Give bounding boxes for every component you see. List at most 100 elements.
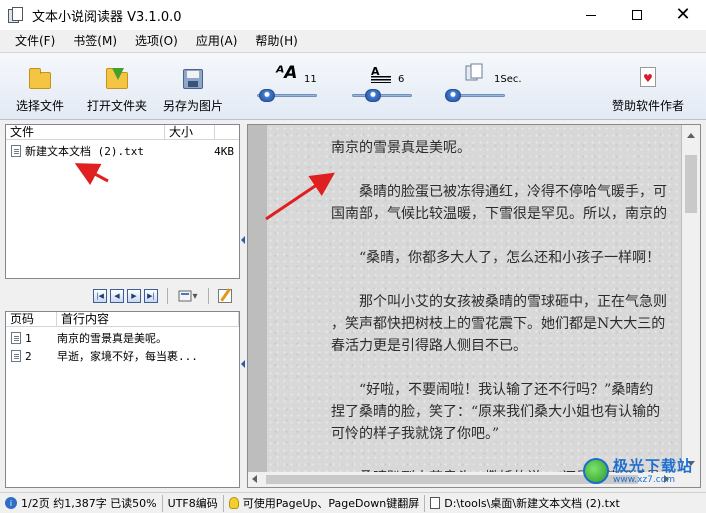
column-header-first-line[interactable]: 首行内容 [57,312,239,326]
folder-icon [28,67,52,91]
app-icon [8,7,24,23]
page-list-item[interactable]: 1 南京的雪景真是美呢。 [6,329,239,347]
sponsor-label: 赞助软件作者 [612,99,685,113]
reader-text-line: 捏了桑晴的脸，笑了：“原来我们桑大小姐也有认输的 [331,404,661,420]
page-first-line: 早逝，家境不好，每当裹... [57,350,198,363]
next-page-button[interactable]: ▶ [127,289,141,303]
window-controls: ✕ [568,0,706,30]
first-page-button[interactable]: |◀ [93,289,107,303]
watermark-url: www.xz7.com [613,474,675,485]
toolbar: 选择文件 打开文件夹 另存为图片 ᴬA 11 A 6 1Sec. ♥ 赞助软件作… [0,52,706,120]
page-number: 1 [25,331,32,345]
window-title: 文本小说阅读器 V3.1.0.0 [32,9,182,25]
menu-file[interactable]: 文件(F) [6,30,64,52]
menu-help[interactable]: 帮助(H) [246,30,306,52]
reader-view: 南京的雪景真是美呢。 桑晴的脸蛋已被冻得通红，冷得不停哈气暖手，可 国南部，气候比… [247,124,701,488]
select-file-button[interactable]: 选择文件 [16,67,64,114]
sponsor-button[interactable]: ♥ 赞助软件作者 [612,67,684,114]
panel-splitter[interactable] [241,124,246,488]
line-spacing-icon: A [371,65,391,83]
line-spacing-slider-knob[interactable] [365,89,382,102]
line-spacing-slider[interactable] [352,89,412,102]
next-page-icon: ▶ [131,292,137,300]
font-size-slider[interactable] [257,89,317,102]
info-icon: i [5,497,17,509]
file-size: 4KB [214,144,234,158]
text-file-icon [11,145,21,157]
collapse-left-icon[interactable] [241,360,245,368]
scroll-interval-value: 1Sec. [494,74,522,85]
scroll-up-icon[interactable] [687,133,695,138]
previous-page-icon: ◀ [114,292,120,300]
page-navigation-bar: |◀ ◀ ▶ ▶| ▾ [5,283,240,309]
open-folder-icon [105,67,129,91]
select-file-label: 选择文件 [16,99,65,113]
menu-bookmarks[interactable]: 书签(M) [64,30,126,52]
page-icon [11,350,21,362]
watermark-logo: 极光下载站 www.xz7.com [583,455,701,487]
font-size-setting: ᴬA 11 [274,63,334,113]
status-path-text: D:\tools\桌面\新建文本文档 (2).txt [444,497,620,510]
menu-apps[interactable]: 应用(A) [187,30,247,52]
page-list-item[interactable]: 2 早逝，家境不好，每当裹... [6,347,239,365]
column-header-file[interactable]: 文件 [6,125,165,139]
font-size-slider-knob[interactable] [259,89,276,102]
edit-icon[interactable] [218,289,232,303]
vertical-scrollbar[interactable] [682,125,700,472]
status-encoding: UTF8编码 [163,494,224,512]
bookmark-icon [178,290,192,302]
file-name: 新建文本文档 (2).txt [25,145,144,158]
open-folder-label: 打开文件夹 [87,99,148,113]
reader-text-line: “桑晴，你都多大人了，怎么还和小孩子一样啊！ [331,250,661,266]
file-list-header: 文件 大小 [6,125,239,140]
lightbulb-icon [228,497,239,509]
file-list-item[interactable]: 新建文本文档 (2).txt 4KB [6,142,239,160]
scroll-interval-slider[interactable] [445,89,505,102]
scroll-interval-slider-knob[interactable] [445,89,461,102]
page-icon [11,332,21,344]
page-number: 2 [25,349,32,363]
font-size-value: 11 [304,74,317,85]
collapse-left-icon[interactable] [241,236,245,244]
vertical-scroll-thumb[interactable] [685,155,697,213]
close-button[interactable]: ✕ [660,0,706,30]
column-header-size[interactable]: 大小 [165,125,215,139]
close-icon: ✕ [675,4,691,25]
reader-text-line: 可怜的样子我就饶了你吧。” [331,426,500,442]
status-progress: i 1/2页 约1,387字 已读50% [0,494,163,512]
save-as-image-button[interactable]: 另存为图片 [163,67,223,114]
minimize-button[interactable] [568,0,614,30]
status-encoding-text: UTF8编码 [167,497,218,510]
status-path: D:\tools\桌面\新建文本文档 (2).txt [425,495,625,512]
heart-icon: ♥ [636,67,660,91]
status-bar: i 1/2页 约1,387字 已读50% UTF8编码 可使用PageUp、Pa… [0,492,706,513]
reader-text-line: 南京的雪景真是美呢。 [331,140,471,156]
line-spacing-setting: A 6 [370,63,420,113]
bookmark-dropdown-button[interactable]: ▾ [177,288,199,304]
maximize-icon [632,10,642,20]
previous-page-button[interactable]: ◀ [110,289,124,303]
scroll-left-icon[interactable] [252,475,257,483]
menu-options[interactable]: 选项(O) [126,30,187,52]
last-page-icon: ▶| [147,292,155,300]
font-size-icon: ᴬA [276,63,298,83]
floppy-disk-icon [181,67,205,91]
watermark-title: 极光下载站 [613,456,694,475]
last-page-button[interactable]: ▶| [144,289,158,303]
page-list-panel: 页码 首行内容 1 南京的雪景真是美呢。 2 早逝，家境不好，每当裹... [5,311,240,488]
open-folder-button[interactable]: 打开文件夹 [87,67,147,114]
minimize-icon [586,14,596,16]
file-list-panel: 文件 大小 新建文本文档 (2).txt 4KB [5,124,240,279]
reader-text-line: “好啦，不要闹啦！我认输了还不行吗？”桑晴约 [331,382,654,398]
reader-text-line: 那个叫小艾的女孩被桑晴的雪球砸中，正在气急则 [331,294,667,310]
page-list-header: 页码 首行内容 [6,312,239,327]
reader-text-line: 国南部，气候比较温暖，下雪很是罕见。所以，南京的 [331,206,667,222]
maximize-button[interactable] [614,0,660,30]
column-header-page[interactable]: 页码 [6,312,57,326]
menu-bar: 文件(F) 书签(M) 选项(O) 应用(A) 帮助(H) [0,30,706,52]
reader-text-line: 桑晴的脸蛋已被冻得通红，冷得不停哈气暖手，可 [331,184,667,200]
toolbar-separator [167,288,168,304]
reader-page[interactable]: 南京的雪景真是美呢。 桑晴的脸蛋已被冻得通红，冷得不停哈气暖手，可 国南部，气候比… [267,125,681,472]
status-hint-text: 可使用PageUp、PageDown键翻屏 [242,497,420,510]
reader-text-line: 春活力更是引得路人侧目不已。 [331,338,527,354]
